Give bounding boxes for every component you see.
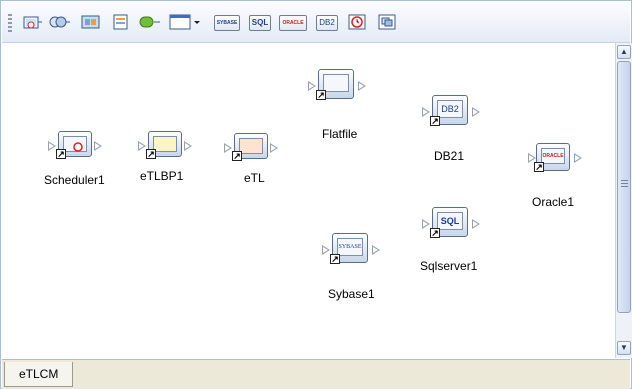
business-process-icon bbox=[49, 14, 71, 33]
connector-icon bbox=[139, 14, 161, 33]
tab-etlcm[interactable]: eTLCM bbox=[4, 362, 74, 387]
input-port-icon bbox=[422, 107, 430, 117]
clock-icon bbox=[348, 14, 366, 33]
node-label: Scheduler1 bbox=[44, 173, 105, 187]
toolbar-grip[interactable] bbox=[8, 14, 12, 32]
etl-icon: ↗ bbox=[232, 133, 268, 161]
output-port-icon bbox=[358, 81, 366, 91]
business-process-button[interactable] bbox=[48, 14, 72, 32]
node-label: DB21 bbox=[434, 149, 465, 163]
copy-icon bbox=[378, 14, 396, 33]
shortcut-icon: ↗ bbox=[146, 149, 156, 159]
shortcut-icon: ↗ bbox=[316, 90, 326, 100]
editor-frame: SYBASE SQL ORACLE DB2 ↗ Scheduler1 ↗ eTL… bbox=[0, 0, 632, 389]
toolbar: SYBASE SQL ORACLE DB2 bbox=[2, 2, 630, 43]
tab-bar: eTLCM bbox=[2, 359, 630, 389]
sybase-button[interactable]: SYBASE bbox=[212, 14, 242, 32]
oracle-icon: ORACLE bbox=[279, 15, 307, 31]
input-port-icon bbox=[224, 143, 232, 153]
output-port-icon bbox=[94, 141, 102, 151]
db2-icon: DB2 ↗ bbox=[430, 95, 468, 126]
sybase-icon: SYBASE ↗ bbox=[330, 233, 368, 264]
node-label: eTLBP1 bbox=[140, 169, 184, 183]
scheduler-icon: ↗ bbox=[56, 131, 92, 159]
sql-icon: SQL ↗ bbox=[430, 207, 468, 238]
scrollbar-thumb[interactable] bbox=[617, 61, 631, 313]
properties-icon bbox=[112, 14, 130, 33]
output-port-icon bbox=[574, 153, 582, 163]
scroll-down-button[interactable]: ▼ bbox=[617, 341, 631, 355]
output-port-icon bbox=[372, 245, 380, 255]
shortcut-icon: ↗ bbox=[534, 162, 544, 172]
output-port-icon bbox=[184, 141, 192, 151]
flatfile-icon: ↗ bbox=[316, 69, 354, 100]
node-label: eTL bbox=[244, 171, 265, 185]
sql-icon: SQL bbox=[248, 15, 272, 31]
shortcut-icon: ↗ bbox=[56, 149, 66, 159]
scroll-up-button[interactable]: ▲ bbox=[617, 45, 631, 59]
node-label: Flatfile bbox=[322, 127, 358, 141]
copy-button[interactable] bbox=[376, 14, 398, 32]
node-label: Sqlserver1 bbox=[420, 259, 478, 273]
oracle-icon: ORACLE ↗ bbox=[534, 143, 570, 172]
node-label: Oracle1 bbox=[532, 195, 575, 209]
shortcut-icon: ↗ bbox=[430, 228, 440, 238]
db2-button[interactable]: DB2 bbox=[314, 14, 340, 32]
input-port-icon bbox=[48, 141, 56, 151]
oracle-button[interactable]: ORACLE bbox=[278, 14, 308, 32]
properties-button[interactable] bbox=[110, 14, 132, 32]
window-dropdown-button[interactable] bbox=[168, 14, 202, 32]
scheduler-icon bbox=[23, 14, 43, 33]
input-port-icon bbox=[322, 245, 330, 255]
shortcut-icon: ↗ bbox=[330, 254, 340, 264]
window-dropdown-icon bbox=[169, 14, 201, 33]
sybase-icon: SYBASE bbox=[213, 15, 241, 31]
db2-icon: DB2 bbox=[316, 15, 338, 31]
output-port-icon bbox=[270, 143, 278, 153]
clock-button[interactable] bbox=[346, 14, 368, 32]
vertical-scrollbar[interactable]: ▲ ▼ bbox=[615, 43, 632, 358]
input-port-icon bbox=[308, 81, 316, 91]
diagram-canvas[interactable]: ↗ Scheduler1 ↗ eTLBP1 ↗ eTL ↗ Flatfile D… bbox=[2, 43, 614, 358]
output-port-icon bbox=[472, 107, 480, 117]
etl-button[interactable] bbox=[80, 14, 102, 32]
input-port-icon bbox=[422, 219, 430, 229]
etl-icon bbox=[81, 14, 101, 33]
business-process-icon: ↗ bbox=[146, 131, 182, 159]
node-label: Sybase1 bbox=[328, 287, 375, 301]
output-port-icon bbox=[472, 219, 480, 229]
connector-button[interactable] bbox=[138, 14, 162, 32]
input-port-icon bbox=[138, 141, 146, 151]
scheduler-button[interactable] bbox=[22, 14, 44, 32]
shortcut-icon: ↗ bbox=[232, 151, 242, 161]
shortcut-icon: ↗ bbox=[430, 116, 440, 126]
sql-button[interactable]: SQL bbox=[246, 14, 274, 32]
